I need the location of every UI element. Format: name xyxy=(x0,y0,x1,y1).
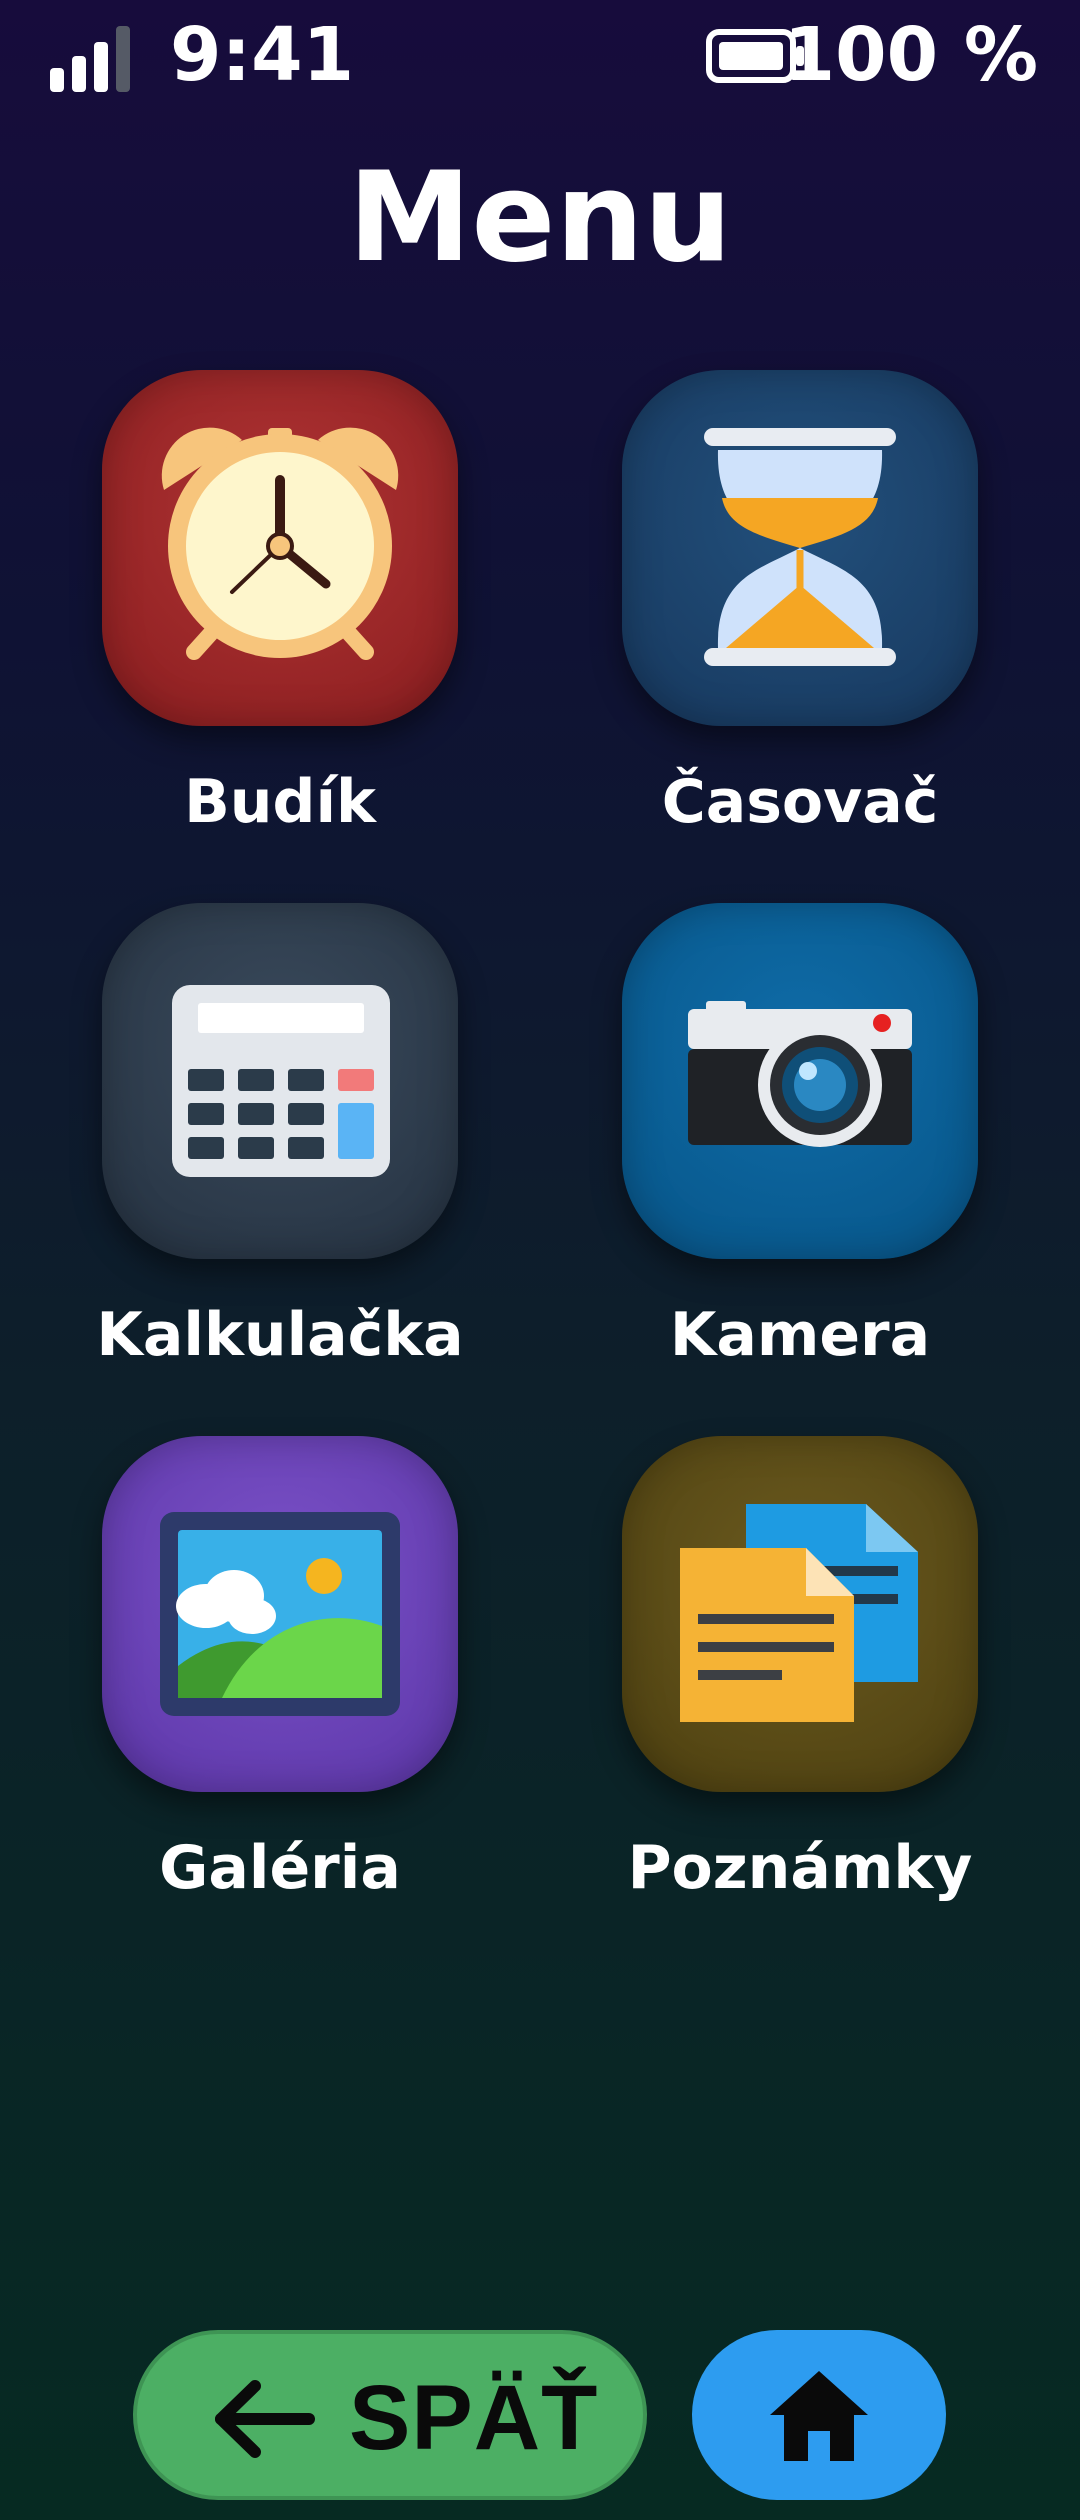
page-title: Menu xyxy=(347,146,733,290)
calculator-icon xyxy=(172,985,390,1177)
camera-icon xyxy=(688,1001,912,1147)
app-tile-notes[interactable] xyxy=(622,1436,978,1792)
back-button[interactable]: SPÄŤ xyxy=(133,2330,647,2500)
app-label-notes: Poznámky xyxy=(627,1833,973,1903)
home-button[interactable] xyxy=(692,2330,946,2500)
status-time: 9:41 xyxy=(170,12,355,98)
alarm-clock-icon xyxy=(161,427,399,660)
notes-icon xyxy=(680,1504,918,1722)
app-label-timer: Časovač xyxy=(661,767,939,837)
app-label-gallery: Galéria xyxy=(159,1833,401,1903)
battery-percentage: 100 % xyxy=(783,12,1038,98)
app-tile-calculator[interactable] xyxy=(102,903,458,1259)
picture-icon xyxy=(160,1512,400,1716)
hourglass-icon xyxy=(704,428,896,666)
app-tile-alarm[interactable] xyxy=(102,370,458,726)
app-label-calculator: Kalkulačka xyxy=(96,1300,464,1370)
home-icon xyxy=(770,2371,868,2461)
signal-strength-icon xyxy=(50,26,130,92)
app-tile-camera[interactable] xyxy=(622,903,978,1259)
app-tile-gallery[interactable] xyxy=(102,1436,458,1792)
app-label-alarm: Budík xyxy=(184,767,376,837)
arrow-left-icon xyxy=(215,2380,315,2458)
status-bar: 9:41 100 % xyxy=(0,0,1080,110)
app-tile-timer[interactable] xyxy=(622,370,978,726)
app-label-camera: Kamera xyxy=(669,1300,931,1370)
back-button-label: SPÄŤ xyxy=(349,2367,599,2469)
